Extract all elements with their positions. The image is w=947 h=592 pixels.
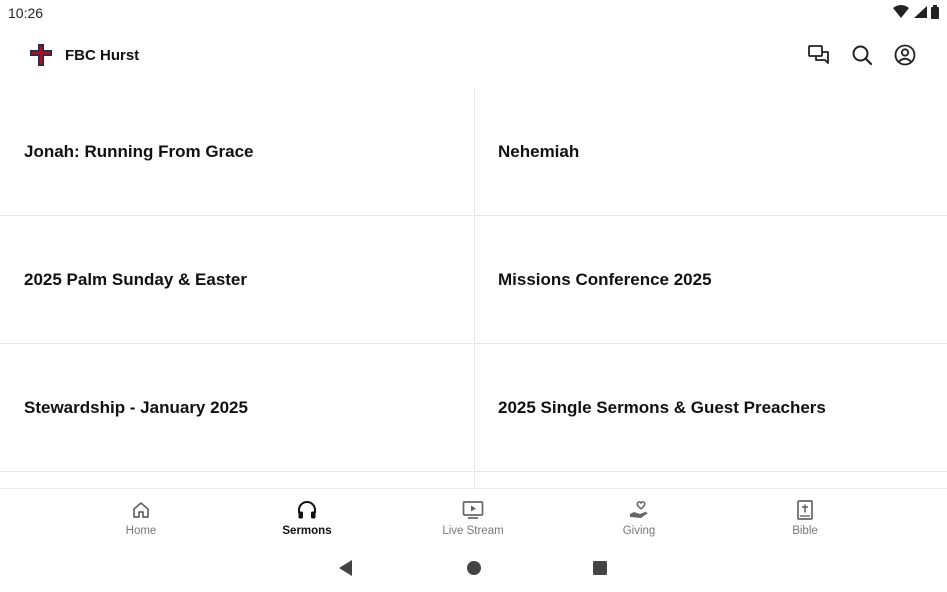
series-card[interactable]: Jonah: Running From Grace [0,88,473,216]
status-time: 10:26 [8,5,44,21]
bottom-navigation: Home Sermons Live Stream Giving Bible [0,488,947,545]
series-card[interactable]: 2025 Palm Sunday & Easter [0,216,473,344]
nav-giving[interactable]: Giving [579,489,699,545]
cell-signal-icon [914,6,927,18]
series-card[interactable]: Stewardship - January 2025 [0,344,473,472]
series-card[interactable]: Missions Conference 2025 [474,216,947,344]
series-title: Stewardship - January 2025 [24,398,248,417]
series-card[interactable]: Nehemiah [474,88,947,216]
nav-sermons[interactable]: Sermons [247,489,367,545]
series-title: 2025 Palm Sunday & Easter [24,270,248,289]
sermon-series-grid: Jonah: Running From Grace Nehemiah 2025 … [0,88,947,488]
series-title: Missions Conference 2025 [498,270,712,289]
wifi-icon [893,5,909,18]
live-stream-icon [462,501,484,519]
nav-sermons-label: Sermons [282,525,332,537]
church-logo-icon [30,44,52,66]
nav-bible[interactable]: Bible [745,489,865,545]
recents-icon[interactable] [590,558,610,578]
app-bar: FBC Hurst [0,24,947,88]
app-title: FBC Hurst [65,47,140,64]
headphones-icon [298,501,316,519]
status-icons [893,5,939,19]
nav-home[interactable]: Home [81,489,201,545]
home-icon [133,502,149,518]
series-card[interactable]: 2025 Single Sermons & Guest Preachers [474,344,947,472]
nav-live-stream[interactable]: Live Stream [413,489,533,545]
nav-live-stream-label: Live Stream [442,525,504,537]
nav-bible-label: Bible [792,525,818,537]
account-icon[interactable] [893,43,917,67]
status-bar: 10:26 [0,0,947,24]
home-button-icon[interactable] [464,558,484,578]
back-icon[interactable] [337,558,357,578]
search-icon[interactable] [850,43,874,67]
system-navigation-bar [0,544,947,592]
series-title: Nehemiah [498,142,580,161]
nav-giving-label: Giving [622,525,656,537]
series-title: 2025 Single Sermons & Guest Preachers [498,398,826,417]
series-title: Jonah: Running From Grace [24,142,254,161]
giving-icon [630,501,648,518]
battery-icon [931,5,939,19]
bible-icon [797,500,813,520]
nav-home-label: Home [125,525,157,537]
messages-icon[interactable] [807,43,831,67]
